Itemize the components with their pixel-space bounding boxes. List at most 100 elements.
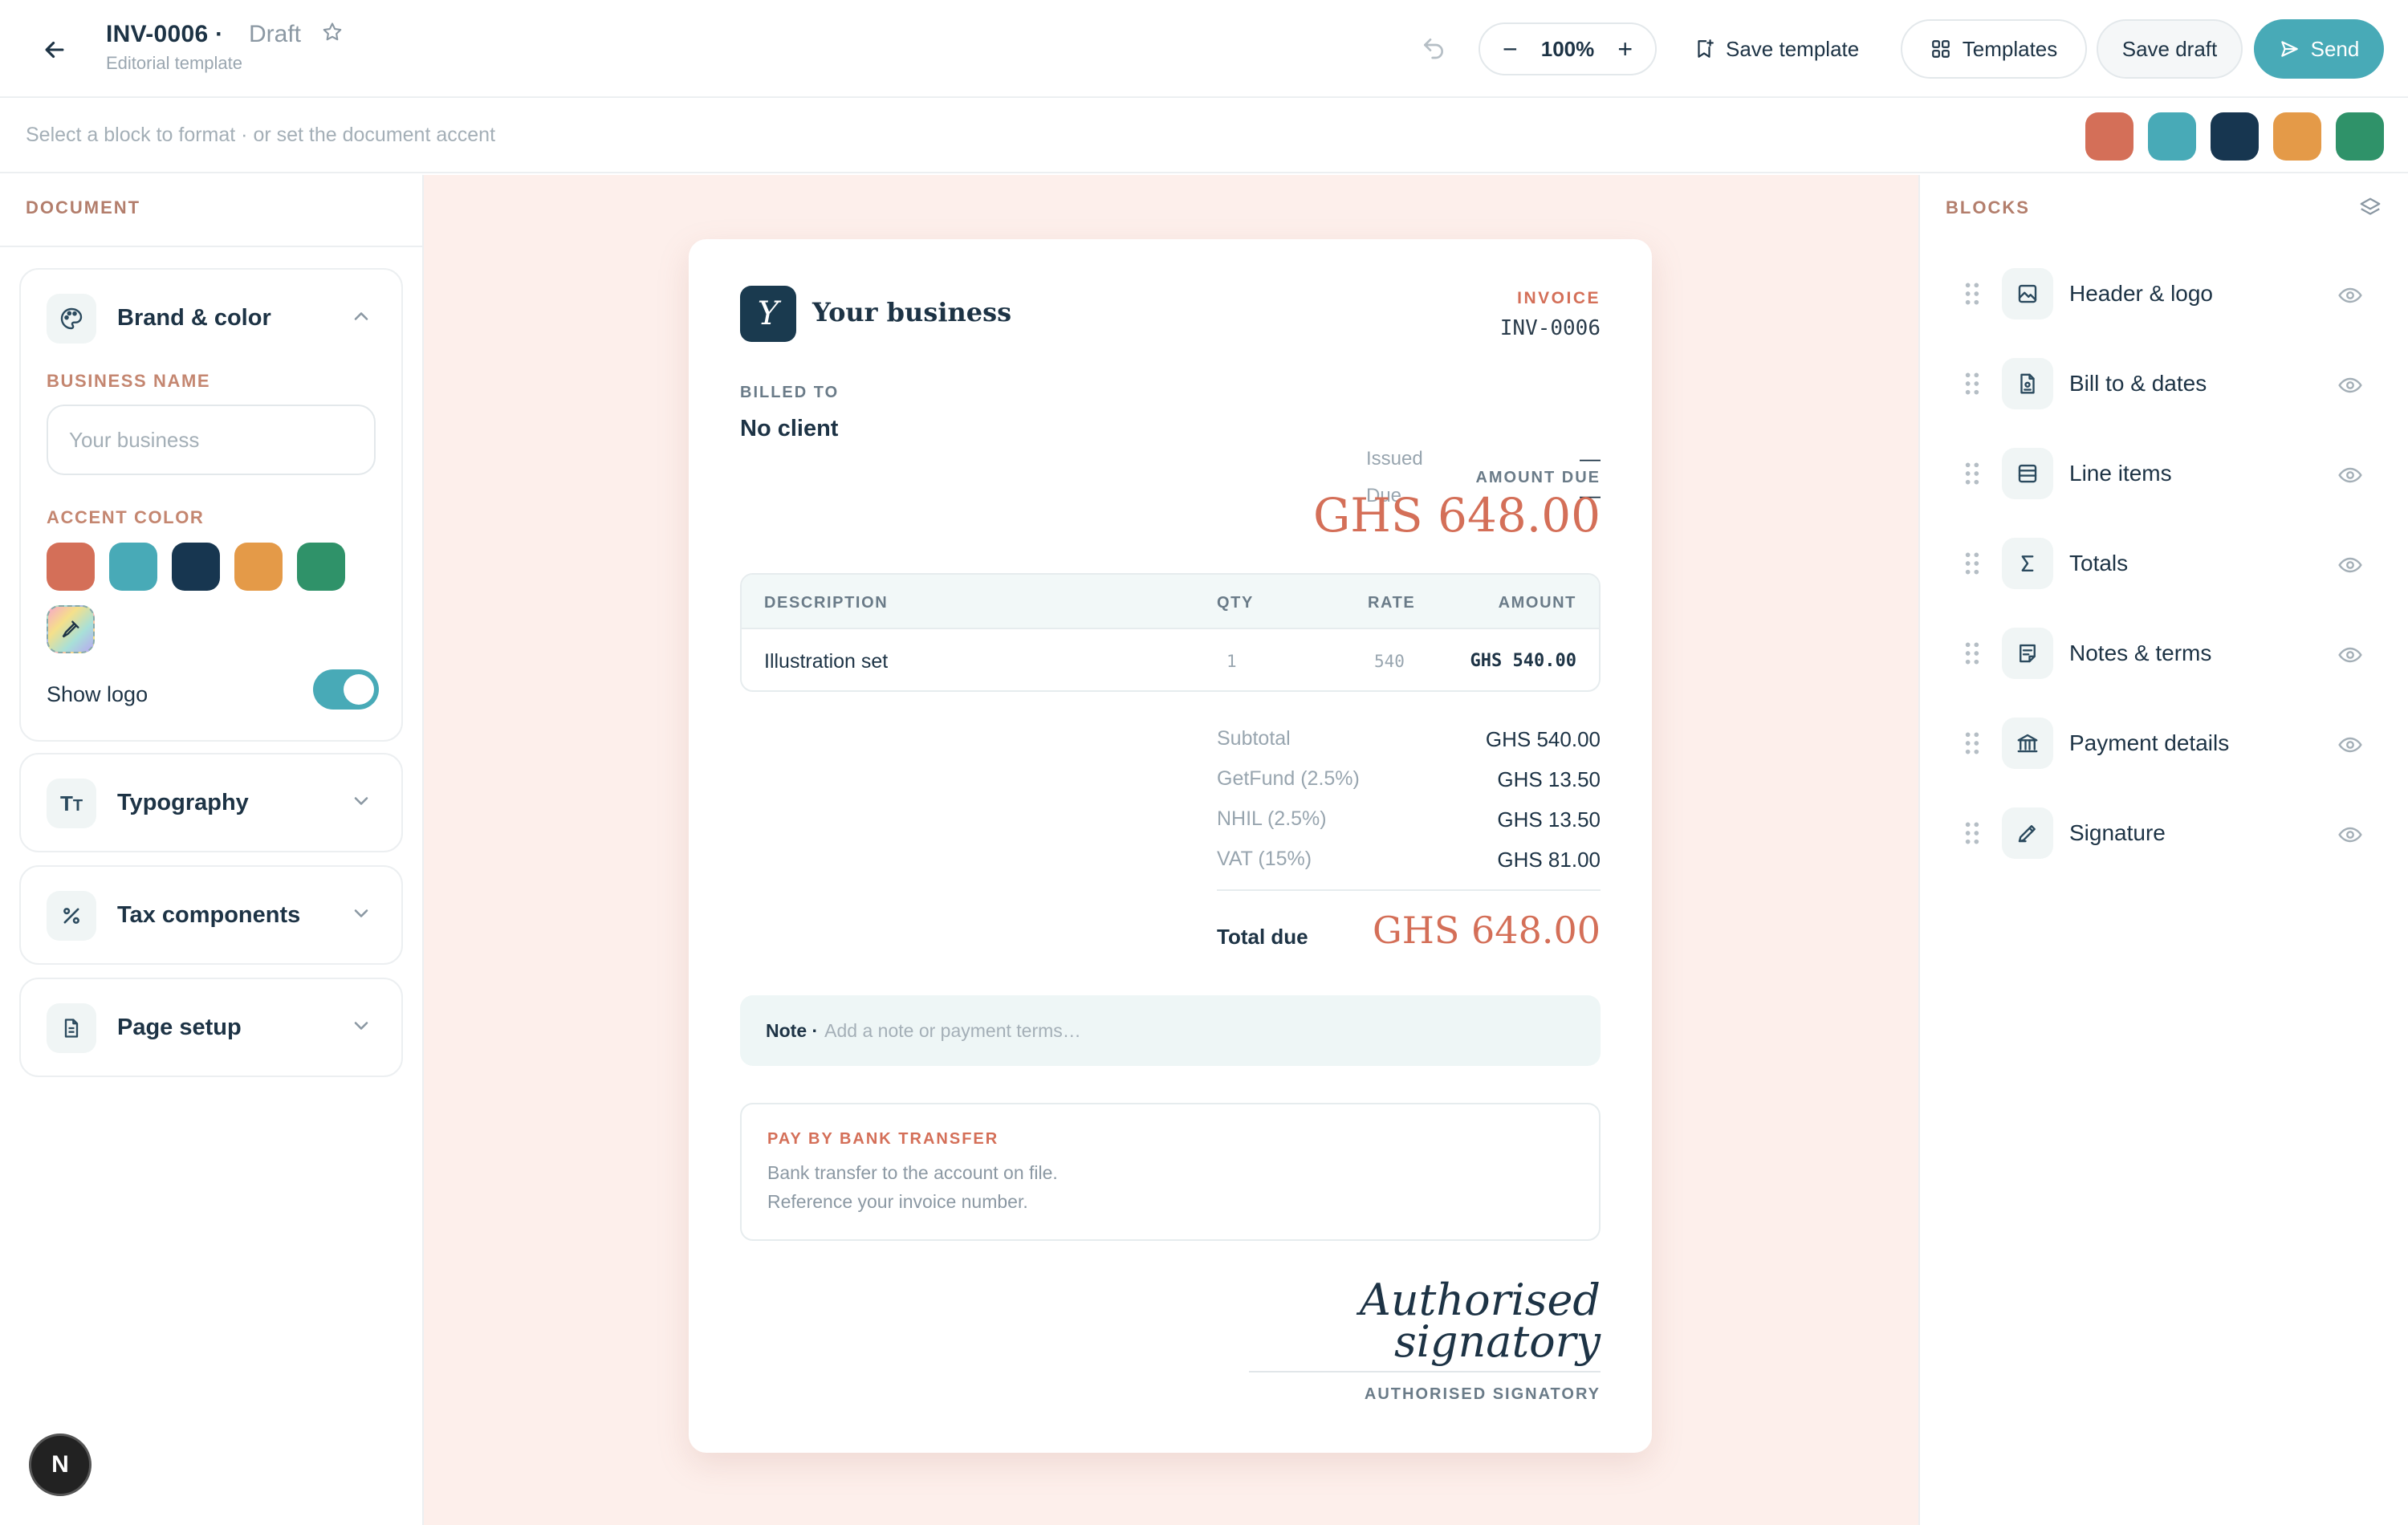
payment-details-block[interactable]: PAY BY BANK TRANSFER Bank transfer to th… (740, 1103, 1601, 1241)
block-item-bill-to-dates[interactable]: Bill to & dates (1920, 350, 2408, 419)
block-item-totals[interactable]: Totals (1920, 530, 2408, 599)
accent-color-label: ACCENT COLOR (47, 507, 205, 527)
subtotal-value: GHS 540.00 (1485, 727, 1601, 751)
block-label: Header & logo (2069, 281, 2214, 306)
total-due-label: Total due (1217, 925, 1308, 949)
show-logo-toggle[interactable] (313, 669, 379, 710)
accent-option-orange[interactable] (234, 543, 283, 591)
accent-swatch-coral[interactable] (2085, 112, 2133, 161)
drag-handle-icon[interactable] (1963, 281, 1981, 311)
accent-option-coral[interactable] (47, 543, 95, 591)
format-bar: Select a block to format · or set the do… (0, 100, 2408, 173)
note-icon (2002, 628, 2053, 679)
drag-handle-icon[interactable] (1963, 730, 1981, 760)
item-rate[interactable]: 540 (1374, 652, 1405, 671)
save-template-button[interactable]: Save template (1694, 22, 1859, 75)
arrow-left-icon (45, 41, 64, 59)
sidebar-title: DOCUMENT (26, 197, 141, 218)
business-name-input[interactable] (47, 405, 376, 475)
signature-text[interactable]: signatory (1394, 1316, 1601, 1367)
eye-icon[interactable] (2337, 822, 2363, 852)
accent-option-green[interactable] (297, 543, 345, 591)
payment-text: Reference your invoice number. (767, 1191, 1028, 1212)
drag-handle-icon[interactable] (1963, 820, 1981, 850)
document-status: Draft (249, 21, 302, 47)
back-button[interactable] (37, 32, 72, 67)
layers-icon[interactable] (2358, 196, 2382, 224)
block-label: Totals (2069, 551, 2129, 575)
zoom-level: 100% (1540, 36, 1595, 61)
percent-icon (47, 891, 96, 941)
accent-swatch-green[interactable] (2336, 112, 2384, 161)
drag-handle-icon[interactable] (1963, 640, 1981, 670)
drag-handle-icon[interactable] (1963, 371, 1981, 401)
favorite-button[interactable] (321, 21, 344, 47)
block-item-header-logo[interactable]: Header & logo (1920, 260, 2408, 329)
accent-option-teal[interactable] (109, 543, 157, 591)
eye-icon[interactable] (2337, 462, 2363, 492)
send-label: Send (2310, 36, 2360, 61)
column-qty: QTY (1217, 594, 1254, 612)
send-icon (2280, 41, 2298, 57)
eye-icon[interactable] (2337, 283, 2363, 312)
drag-handle-icon[interactable] (1963, 551, 1981, 580)
accent-swatches (2085, 112, 2384, 161)
list-icon (2002, 448, 2053, 499)
zoom-out-button[interactable]: − (1503, 36, 1518, 62)
eye-icon[interactable] (2337, 732, 2363, 762)
block-item-line-items[interactable]: Line items (1920, 440, 2408, 509)
save-template-label: Save template (1726, 36, 1860, 61)
typography-panel[interactable]: TT Typography (19, 753, 403, 852)
payment-title: PAY BY BANK TRANSFER (767, 1130, 999, 1148)
block-item-payment-details[interactable]: Payment details (1920, 710, 2408, 779)
panel-title[interactable]: Brand & color (117, 305, 271, 331)
accent-swatch-teal[interactable] (2148, 112, 2196, 161)
note-block[interactable]: Note · Add a note or payment terms… (740, 995, 1601, 1066)
brand-color-panel: Brand & color BUSINESS NAME ACCENT COLOR… (19, 268, 403, 742)
eye-icon[interactable] (2337, 552, 2363, 582)
table-header: DESCRIPTION QTY RATE AMOUNT (742, 575, 1599, 629)
zoom-in-button[interactable]: + (1617, 36, 1633, 62)
dev-tools-badge[interactable]: N (29, 1434, 92, 1496)
eye-icon[interactable] (2337, 642, 2363, 672)
chevron-down-icon[interactable] (350, 1015, 372, 1041)
template-name: Editorial template (106, 53, 242, 73)
panel-title: Page setup (117, 1015, 242, 1040)
block-item-notes-terms[interactable]: Notes & terms (1920, 620, 2408, 689)
undo-button[interactable] (1421, 35, 1446, 65)
eye-icon[interactable] (2337, 372, 2363, 402)
chevron-up-icon[interactable] (350, 305, 372, 331)
accent-swatch-orange[interactable] (2273, 112, 2321, 161)
sigma-icon (2002, 538, 2053, 589)
custom-color-picker[interactable] (47, 605, 95, 653)
vat-label: VAT (15%) (1217, 848, 1312, 870)
total-due-value: GHS 648.00 (1373, 909, 1601, 952)
vat-value: GHS 81.00 (1497, 848, 1601, 872)
business-logo[interactable]: Y (740, 286, 796, 342)
drag-handle-icon[interactable] (1963, 461, 1981, 490)
item-qty[interactable]: 1 (1226, 652, 1237, 671)
blocks-sidebar: BLOCKS Header & logo Bill to & dates Line … (1918, 175, 2408, 1525)
templates-button[interactable]: Templates (1901, 19, 2087, 79)
column-amount: AMOUNT (1498, 594, 1576, 612)
item-description[interactable]: Illustration set (764, 650, 888, 673)
save-draft-button[interactable]: Save draft (2097, 19, 2243, 79)
page-setup-panel[interactable]: Page setup (19, 978, 403, 1077)
accent-option-navy[interactable] (172, 543, 220, 591)
client-name[interactable]: No client (740, 416, 838, 442)
chevron-down-icon[interactable] (350, 790, 372, 816)
document-title[interactable]: INV-0006 · (106, 21, 223, 48)
subtotal-label: Subtotal (1217, 727, 1291, 750)
tax-components-panel[interactable]: Tax components (19, 865, 403, 965)
page-icon (47, 1003, 96, 1053)
accent-swatch-navy[interactable] (2211, 112, 2259, 161)
block-item-signature[interactable]: Signature (1920, 799, 2408, 868)
chevron-down-icon[interactable] (350, 902, 372, 929)
grid-icon (1931, 40, 1950, 58)
issued-label: Issued (1366, 448, 1423, 470)
block-label: Bill to & dates (2069, 371, 2207, 396)
issued-date[interactable]: — (1580, 446, 1601, 471)
send-button[interactable]: Send (2254, 19, 2384, 79)
business-name[interactable]: Your business (812, 297, 1011, 327)
document-canvas: Y Your business INVOICE INV-0006 BILLED … (424, 175, 1918, 1525)
